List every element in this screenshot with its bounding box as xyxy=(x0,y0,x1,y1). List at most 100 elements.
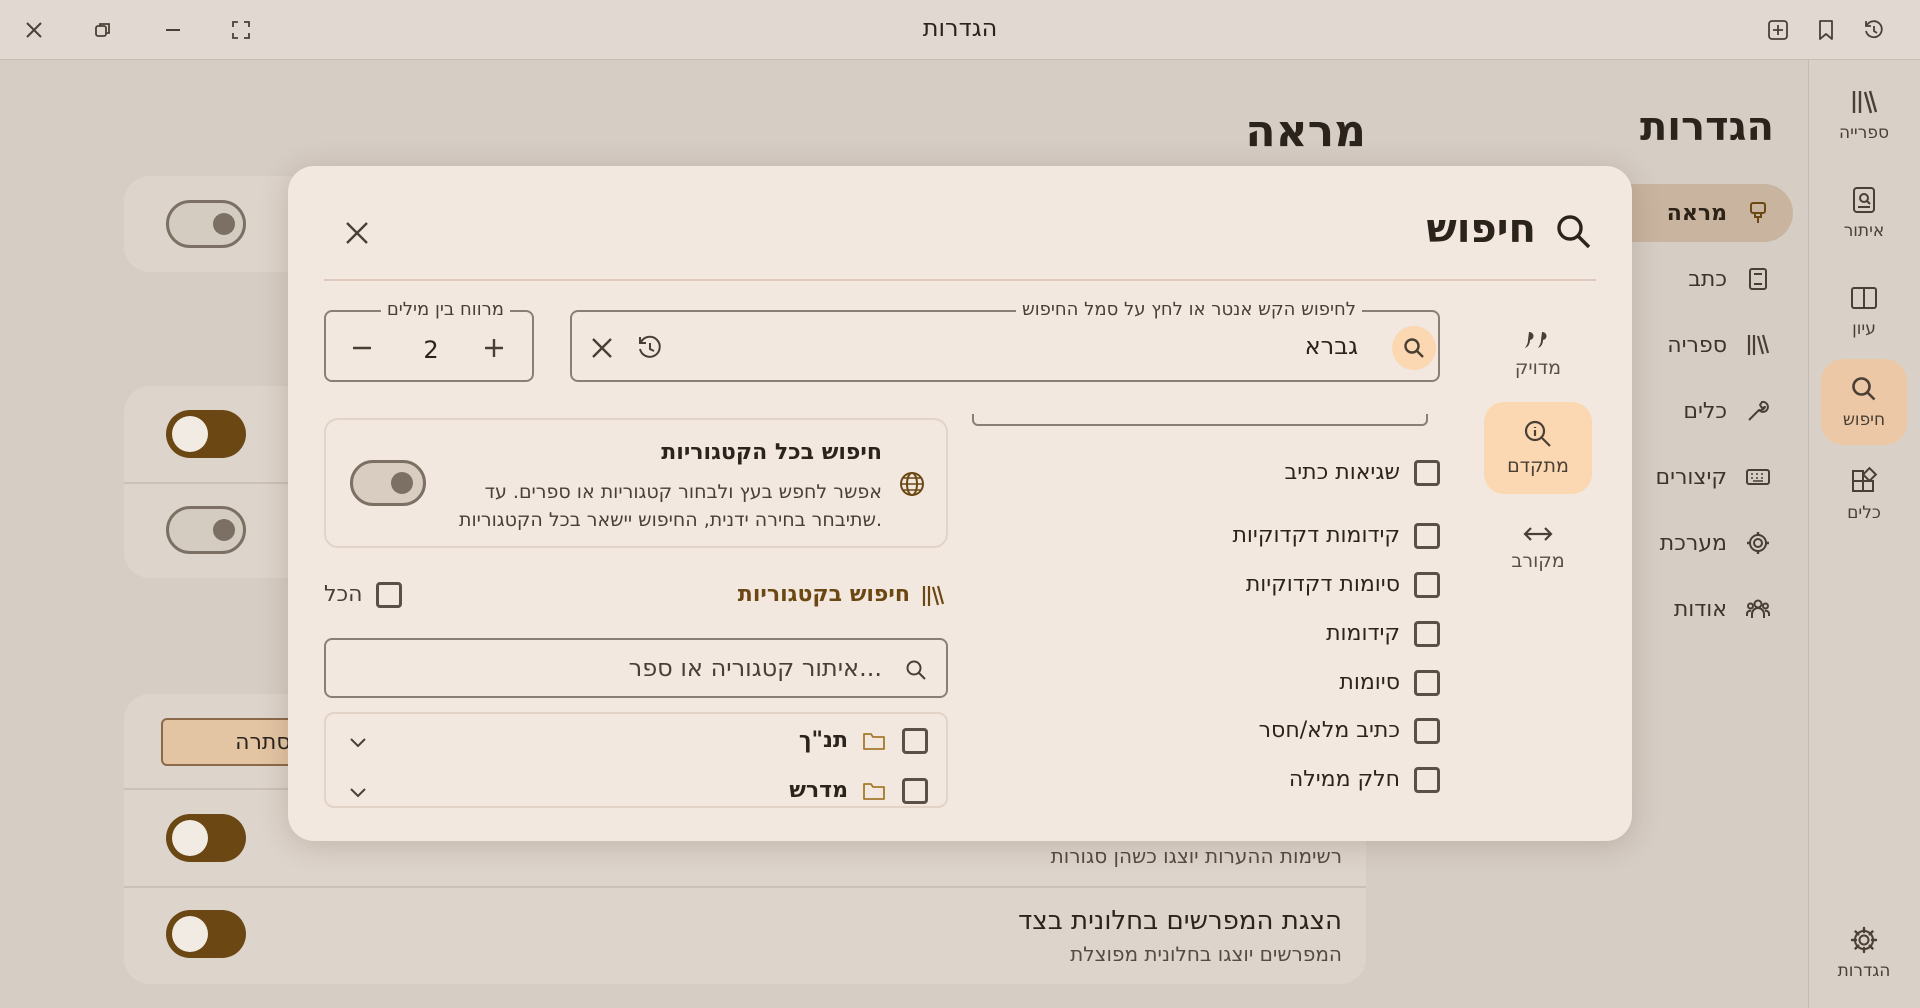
toggle-switch[interactable] xyxy=(166,910,246,958)
settings-title: הגדרות xyxy=(1639,104,1774,150)
globe-icon xyxy=(900,472,924,496)
settings-nav-label: מערכת xyxy=(1659,530,1727,556)
tree-item-tanach[interactable]: תנ"ך xyxy=(326,714,946,770)
bookmarks-button[interactable] xyxy=(1811,15,1841,45)
mode-fuzzy[interactable]: מקורב xyxy=(1484,502,1592,594)
checkbox-spelling-errors[interactable] xyxy=(1414,460,1440,486)
all-categories-card: חיפוש בכל הקטגוריות אפשר לחפש בעץ ולבחור… xyxy=(324,418,948,548)
settings-nav-label: כתב xyxy=(1688,266,1727,292)
rail-item-search[interactable]: חיפוש xyxy=(1821,359,1907,445)
decrement-button[interactable] xyxy=(348,334,376,362)
chevron-down-icon[interactable] xyxy=(348,732,368,752)
folder-icon xyxy=(863,733,885,750)
tools-icon xyxy=(1852,467,1878,492)
library-icon xyxy=(922,585,945,606)
navigation-rail: ספרייה איתור עיון חיפוש כלים הגדרות xyxy=(1808,60,1920,1008)
rail-item-find[interactable]: איתור xyxy=(1821,170,1907,256)
word-distance-field: מרווח בין מילים 2 xyxy=(324,299,534,382)
search-dialog: חיפוש מדויק מתקדם מקורב לחיפוש הקש אנטר … xyxy=(288,166,1632,841)
rail-label: ספרייה xyxy=(1839,123,1889,143)
divider xyxy=(124,886,1366,888)
word-distance-value[interactable]: 2 xyxy=(416,336,446,364)
history-button[interactable] xyxy=(1859,15,1889,45)
page-title: מראה xyxy=(1245,106,1366,157)
checkbox-prefixes[interactable] xyxy=(1414,621,1440,647)
close-icon xyxy=(592,338,612,358)
rail-item-tools[interactable]: כלים xyxy=(1821,452,1907,538)
clear-search-button[interactable] xyxy=(586,332,618,364)
option-label: כתיב מלא/חסר xyxy=(1258,718,1400,743)
checkbox-full-defective-spelling[interactable] xyxy=(1414,718,1440,744)
search-input[interactable]: גברא xyxy=(1305,332,1358,360)
select-all-label: הכל xyxy=(324,582,363,607)
tree-item-midrash[interactable]: מדרש xyxy=(326,770,946,806)
close-icon xyxy=(346,222,368,244)
option-label: קידומות xyxy=(1326,621,1400,646)
checkbox-partial-word[interactable] xyxy=(1414,767,1440,793)
word-distance-legend: מרווח בין מילים xyxy=(380,299,510,320)
all-categories-title: חיפוש בכל הקטגוריות xyxy=(661,440,882,465)
settings-nav-label: כלים xyxy=(1683,398,1727,424)
tree-checkbox[interactable] xyxy=(902,728,928,754)
categories-title: חיפוש בקטגוריות xyxy=(737,582,910,607)
rail-label: חיפוש xyxy=(1842,410,1886,430)
tree-label: מדרש xyxy=(789,778,848,803)
keyboard-icon xyxy=(1746,469,1770,485)
rail-item-read[interactable]: עיון xyxy=(1821,268,1907,354)
category-tree: תנ"ך מדרש xyxy=(324,712,948,808)
all-categories-toggle[interactable] xyxy=(350,460,426,506)
toggle-switch[interactable] xyxy=(166,200,246,248)
option-label: חלק ממילה xyxy=(1288,767,1400,792)
options-panel-edge xyxy=(972,414,1428,426)
checkbox-select-all[interactable] xyxy=(376,582,402,608)
plus-icon xyxy=(485,339,503,357)
toggle-knob xyxy=(172,916,208,952)
search-icon xyxy=(1557,215,1591,249)
gear-icon xyxy=(1850,926,1878,954)
toggle-knob xyxy=(391,472,413,494)
option-label: קידומות דקדוקיות xyxy=(1232,523,1400,548)
quote-icon xyxy=(1525,331,1547,348)
toggle-switch[interactable] xyxy=(166,814,246,862)
mode-label: מקורב xyxy=(1511,550,1565,572)
description-line: שתיבחר בחירה ידנית, החיפוש יישאר בכל הקט… xyxy=(458,509,882,531)
checkbox-suffixes[interactable] xyxy=(1414,670,1440,696)
tree-label: תנ"ך xyxy=(798,728,848,753)
mode-label: מדויק xyxy=(1514,357,1562,379)
toggle-knob xyxy=(172,416,208,452)
book-open-icon xyxy=(1851,287,1877,309)
settings-nav-label: ספריה xyxy=(1667,332,1727,358)
filter-placeholder: איתור קטגוריה או ספר... xyxy=(628,654,882,682)
category-filter-input[interactable]: איתור קטגוריה או ספר... xyxy=(324,638,948,698)
chevron-down-icon[interactable] xyxy=(348,782,368,802)
search-history-button[interactable] xyxy=(634,332,666,364)
checkbox-grammatical-prefixes[interactable] xyxy=(1414,523,1440,549)
search-icon xyxy=(906,660,926,680)
checkbox-grammatical-suffixes[interactable] xyxy=(1414,572,1440,598)
search-field[interactable]: לחיפוש הקש אנטר או לחץ על סמל החיפוש גבר… xyxy=(570,299,1440,382)
tree-checkbox[interactable] xyxy=(902,778,928,804)
option-label: שגיאות כתיב xyxy=(1284,460,1400,485)
new-tab-button[interactable] xyxy=(1763,15,1793,45)
description-line: אפשר לחפש בעץ ולבחור קטגוריות או ספרים. … xyxy=(484,481,882,503)
close-dialog-button[interactable] xyxy=(339,215,375,251)
mode-exact[interactable]: מדויק xyxy=(1484,308,1592,400)
rail-item-library[interactable]: ספרייה xyxy=(1821,72,1907,158)
bookmark-icon xyxy=(1819,20,1833,40)
increment-button[interactable] xyxy=(480,334,508,362)
window-title: הגדרות xyxy=(922,14,998,42)
settings-nav-label: מראה xyxy=(1666,200,1727,226)
toggle-switch[interactable] xyxy=(166,410,246,458)
rail-label: עיון xyxy=(1852,319,1876,339)
arrows-horizontal-icon xyxy=(1523,527,1553,541)
mode-advanced[interactable]: מתקדם xyxy=(1484,402,1592,494)
toggle-knob xyxy=(172,820,208,856)
toggle-switch[interactable] xyxy=(166,506,246,554)
search-icon xyxy=(1404,338,1424,358)
search-submit-button[interactable] xyxy=(1392,326,1436,370)
rail-item-settings[interactable]: הגדרות xyxy=(1821,910,1907,996)
library-icon xyxy=(1852,90,1878,114)
settings-nav-label: קיצורים xyxy=(1655,464,1727,490)
setting-description: המפרשים יוצגו בחלונית מפוצלת xyxy=(1070,942,1342,966)
find-book-icon xyxy=(1853,187,1875,213)
